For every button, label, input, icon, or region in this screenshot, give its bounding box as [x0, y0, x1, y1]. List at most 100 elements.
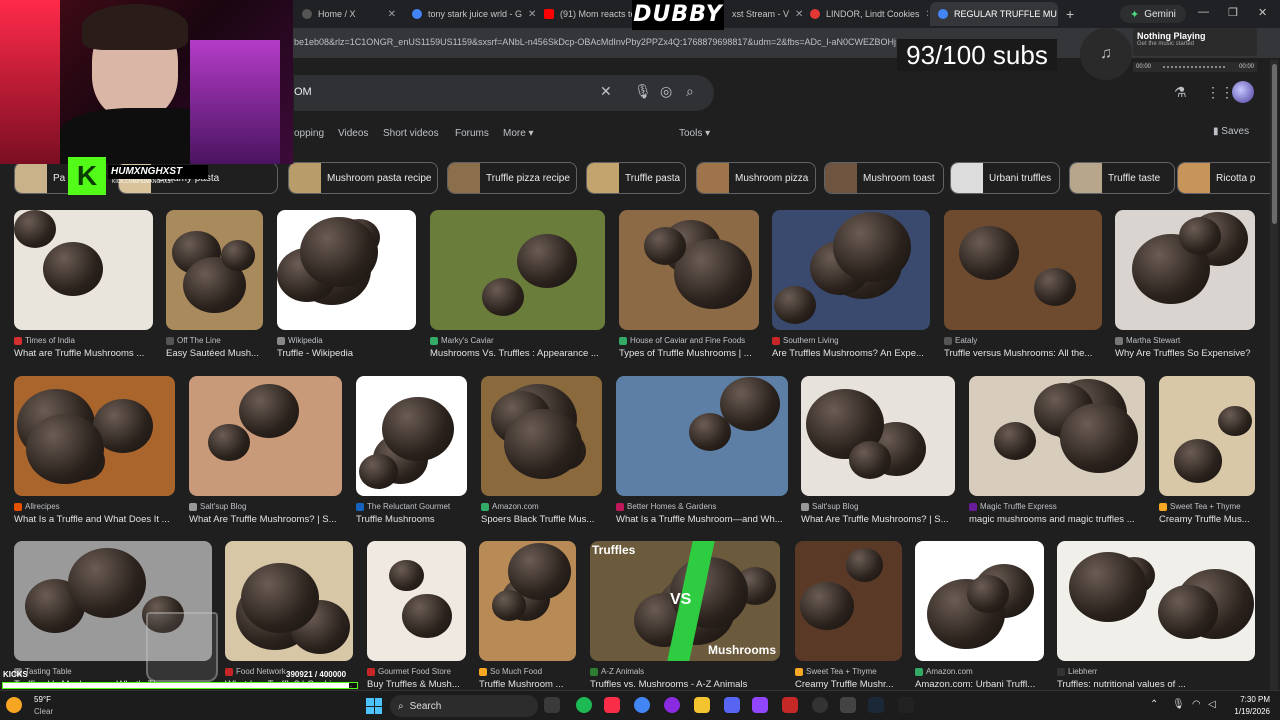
chrome-icon[interactable] [634, 697, 650, 713]
image-result[interactable]: Sweet Tea + Thyme Creamy Truffle Mus... [1159, 376, 1255, 528]
gemini-button[interactable]: ✦ Gemini [1120, 5, 1186, 23]
result-thumbnail[interactable] [189, 376, 342, 496]
result-thumbnail[interactable] [479, 541, 576, 661]
result-thumbnail[interactable] [1115, 210, 1255, 330]
result-thumbnail[interactable] [225, 541, 353, 661]
result-caption[interactable]: Spoers Black Truffle Mus... [481, 514, 602, 525]
result-caption[interactable]: Creamy Truffle Mus... [1159, 514, 1255, 525]
related-chip[interactable]: Mushroom toast [824, 162, 944, 194]
tab-shopping[interactable]: opping [294, 128, 324, 139]
result-caption[interactable]: Amazon.com: Urbani Truffl... [915, 679, 1044, 690]
result-source[interactable]: Off The Line [166, 336, 263, 345]
result-source[interactable]: Salt'sup Blog [801, 502, 955, 511]
taskbar-search[interactable]: ⌕ Search [390, 695, 538, 717]
image-result[interactable]: House of Caviar and Fine Foods Types of T… [619, 210, 759, 362]
image-result[interactable]: The Reluctant Gourmet Truffle Mushrooms [356, 376, 467, 528]
result-caption[interactable]: Truffle versus Mushrooms: All the... [944, 348, 1102, 359]
result-caption[interactable]: What Is a Truffle and What Does It ... [14, 514, 175, 525]
tab-home-x[interactable]: Home / X ✕ [294, 4, 404, 24]
close-icon[interactable]: ✕ [795, 9, 802, 20]
tab-lindor[interactable]: LINDOR, Lindt Cookies ✕ [802, 4, 928, 24]
result-source[interactable]: The Reluctant Gourmet [356, 502, 467, 511]
result-caption[interactable]: Buy Truffles & Mush... [367, 679, 466, 690]
result-source[interactable]: Gourmet Food Store [367, 667, 466, 676]
result-thumbnail[interactable] [367, 541, 466, 661]
image-result[interactable]: Sweet Tea + Thyme Creamy Truffle Mushr... [795, 541, 902, 693]
steam-icon[interactable] [868, 697, 884, 713]
result-caption[interactable]: Truffle Mushrooms [356, 514, 467, 525]
tab-truffle-search[interactable]: REGULAR TRUFFLE MU ✕ [930, 2, 1058, 26]
image-result[interactable]: Salt'sup Blog What Are Truffle Mushrooms?… [801, 376, 955, 528]
url-text[interactable]: be1eb08&rlz=1C1ONGR_enUS1159US1159&sxsrf… [294, 37, 934, 47]
image-result[interactable]: Amazon.com Amazon.com: Urbani Truffl... [915, 541, 1044, 693]
app-icon[interactable] [840, 697, 856, 713]
search-box[interactable]: OM ✕ 🎙 ◎ ⌕ [294, 75, 714, 111]
result-caption[interactable]: Mushrooms Vs. Truffles : Appearance ... [430, 348, 605, 359]
result-caption[interactable]: Are Truffles Mushrooms? An Expe... [772, 348, 930, 359]
image-result[interactable]: Liebherr Truffles: nutritional values of … [1057, 541, 1255, 693]
apps-grid-icon[interactable]: ⋮⋮ [1206, 84, 1234, 101]
related-chip[interactable]: Truffle pizza recipe [447, 162, 577, 194]
saves-button[interactable]: ▮ Saves [1213, 126, 1249, 137]
result-caption[interactable]: Why Are Truffles So Expensive? [1115, 348, 1255, 359]
volume-icon[interactable]: ◁ [1208, 699, 1216, 710]
result-thumbnail[interactable] [1159, 376, 1255, 496]
result-source[interactable]: Salt'sup Blog [189, 502, 342, 511]
result-caption[interactable]: Easy Sautéed Mush... [166, 348, 263, 359]
tab-youtube[interactable]: (91) Mom reacts to U [536, 4, 632, 24]
tab-forums[interactable]: Forums [455, 128, 489, 139]
result-thumbnail[interactable] [1057, 541, 1255, 661]
result-caption[interactable]: Truffles: nutritional values of ... [1057, 679, 1255, 690]
result-thumbnail[interactable] [277, 210, 416, 330]
result-source[interactable]: Marky's Caviar [430, 336, 605, 345]
search-input[interactable]: OM [294, 86, 312, 98]
result-thumbnail[interactable] [619, 210, 759, 330]
image-result[interactable]: Times of India What are Truffle Mushrooms… [14, 210, 153, 362]
related-chip[interactable]: Mushroom pasta recipe [288, 162, 438, 194]
related-chip[interactable]: Mushroom pizza [696, 162, 816, 194]
result-caption[interactable]: Creamy Truffle Mushr... [795, 679, 902, 690]
start-button[interactable] [366, 698, 382, 714]
result-caption[interactable]: What Are Truffle Mushrooms? | S... [189, 514, 342, 525]
minimize-icon[interactable]: — [1198, 6, 1209, 18]
result-caption[interactable]: Truffles vs. Mushrooms - A-Z Animals [590, 679, 780, 690]
maximize-icon[interactable]: ❐ [1228, 6, 1238, 19]
related-chip[interactable]: Ricotta p [1177, 162, 1277, 194]
app-icon[interactable] [664, 697, 680, 713]
obs-icon[interactable] [812, 697, 828, 713]
scrollbar-thumb[interactable] [1272, 64, 1277, 224]
microphone-icon[interactable]: 🎙 [634, 83, 652, 100]
image-result[interactable]: Off The Line Easy Sautéed Mush... [166, 210, 263, 362]
result-source[interactable]: Eataly [944, 336, 1102, 345]
result-caption[interactable]: magic mushrooms and magic truffles ... [969, 514, 1145, 525]
result-source[interactable]: Better Homes & Gardens [616, 502, 788, 511]
close-icon[interactable]: ✕ [528, 9, 536, 20]
result-thumbnail[interactable] [772, 210, 930, 330]
image-result[interactable]: Gourmet Food Store Buy Truffles & Mush... [367, 541, 466, 693]
result-thumbnail[interactable] [14, 376, 175, 496]
close-window-icon[interactable]: ✕ [1258, 6, 1267, 19]
microphone-icon[interactable]: 🎙 [1172, 699, 1185, 710]
avatar[interactable] [1232, 81, 1254, 103]
labs-icon[interactable]: ⚗ [1174, 84, 1187, 101]
result-thumbnail[interactable] [801, 376, 955, 496]
result-caption[interactable]: Truffle - Wikipedia [277, 348, 416, 359]
result-source[interactable]: Amazon.com [481, 502, 602, 511]
result-thumbnail[interactable] [616, 376, 788, 496]
result-thumbnail[interactable] [356, 376, 467, 496]
image-result[interactable]: Salt'sup Blog What Are Truffle Mushrooms?… [189, 376, 342, 528]
music-app-icon[interactable] [604, 697, 620, 713]
result-source[interactable]: Allrecipes [14, 502, 175, 511]
related-chip[interactable]: Urbani truffles [950, 162, 1060, 194]
clock[interactable]: 7:30 PM 1/19/2026 [1226, 694, 1270, 718]
result-thumbnail[interactable]: Truffles VS Mushrooms [590, 541, 780, 661]
result-thumbnail[interactable] [944, 210, 1102, 330]
result-source[interactable]: So Much Food [479, 667, 576, 676]
image-result[interactable]: Marky's Caviar Mushrooms Vs. Truffles : A… [430, 210, 605, 362]
result-source[interactable]: Liebherr [1057, 667, 1255, 676]
tab-stream[interactable]: xst Stream - V ✕ [724, 4, 802, 24]
image-result[interactable]: Wikipedia Truffle - Wikipedia [277, 210, 416, 362]
wifi-icon[interactable]: ◠ [1192, 699, 1201, 710]
result-thumbnail[interactable] [915, 541, 1044, 661]
lens-icon[interactable]: ◎ [660, 83, 672, 100]
